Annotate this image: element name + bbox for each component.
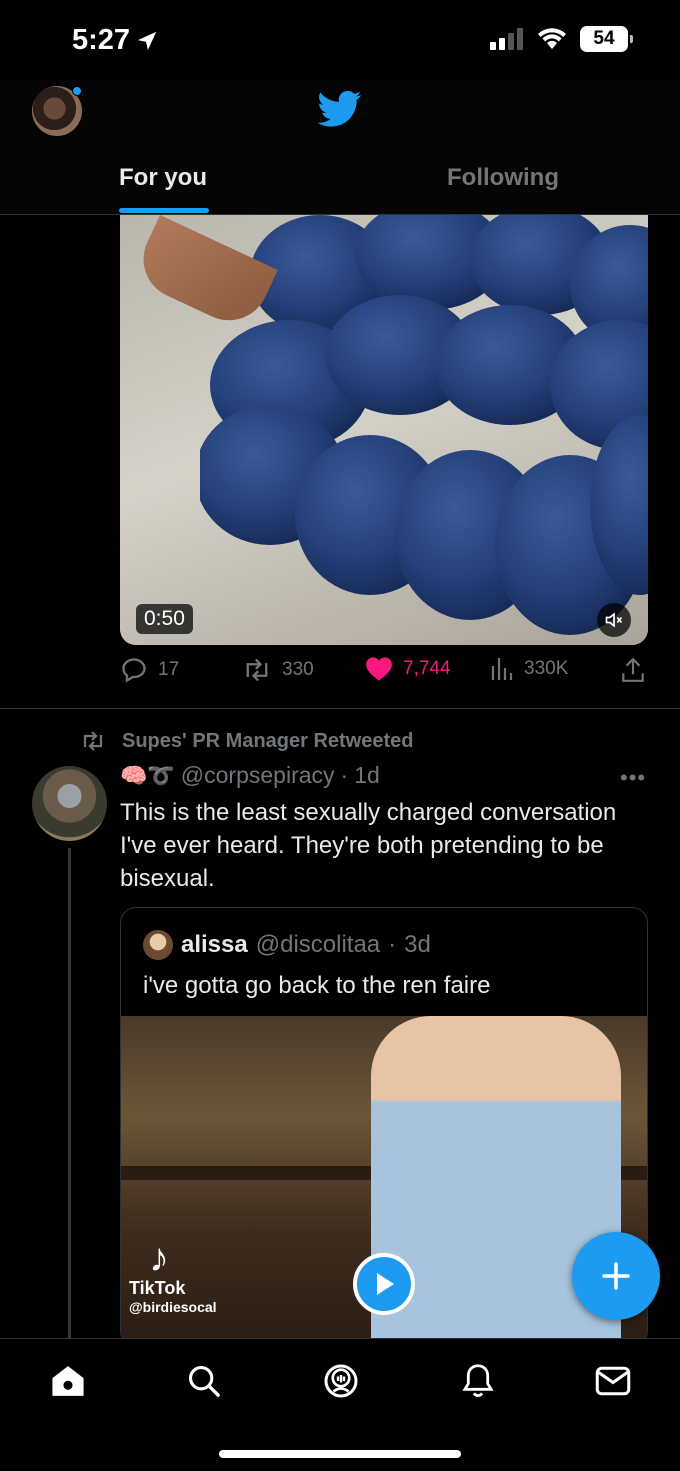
status-time: 5:27 — [72, 24, 158, 57]
compose-tweet-button[interactable] — [572, 1232, 660, 1320]
reply-icon — [122, 658, 146, 683]
nav-notifications[interactable] — [458, 1361, 498, 1401]
quoted-author-name: alissa — [181, 931, 248, 958]
wifi-icon — [538, 28, 566, 49]
retweet-button[interactable]: 330 — [242, 656, 314, 684]
home-icon — [52, 1366, 84, 1396]
dot-separator: · — [340, 762, 349, 788]
tweet-video[interactable] — [120, 215, 648, 645]
quoted-author-avatar — [143, 930, 173, 960]
play-button[interactable] — [353, 1253, 415, 1315]
quoted-tweet-header: alissa @discolitaa · 3d — [143, 930, 431, 960]
tab-following[interactable]: Following — [447, 164, 559, 192]
nav-messages[interactable] — [593, 1361, 633, 1401]
search-icon — [188, 1365, 220, 1397]
thread-line — [68, 848, 71, 1338]
speaker-muted-icon — [605, 612, 623, 628]
reply-button[interactable]: 17 — [120, 656, 179, 684]
nav-search[interactable] — [184, 1361, 224, 1401]
dot-separator: · — [388, 931, 397, 958]
author-display-name[interactable]: 🧠➰ — [120, 763, 175, 789]
play-icon — [377, 1273, 394, 1295]
heart-filled-icon — [366, 657, 392, 681]
cellular-signal-icon — [490, 28, 523, 50]
notification-dot — [72, 86, 82, 96]
like-button[interactable]: 7,744 — [365, 656, 451, 682]
tweet-text[interactable]: This is the least sexually charged conve… — [120, 796, 630, 895]
nav-home[interactable] — [48, 1361, 88, 1401]
tiktok-watermark: ♪ TikTok @birdiesocal — [129, 1238, 217, 1315]
top-header: For you Following — [0, 80, 680, 215]
active-tab-indicator — [119, 208, 209, 213]
tweet-actions: 17 330 7,744 330K — [120, 656, 650, 692]
view-count: 330K — [524, 658, 569, 679]
quoted-tweet-text: i've gotta go back to the ren faire — [143, 972, 491, 999]
tab-for-you[interactable]: For you — [119, 164, 207, 192]
nav-spaces[interactable] — [321, 1361, 361, 1401]
mute-button[interactable] — [597, 603, 631, 637]
more-options-button[interactable]: ••• — [620, 765, 646, 791]
tiktok-brand: TikTok — [129, 1278, 186, 1298]
author-handle[interactable]: @corpsepiracy — [181, 762, 335, 789]
author-avatar[interactable] — [32, 766, 107, 841]
battery-indicator: 54 — [580, 26, 633, 52]
retweet-context-text: Supes' PR Manager Retweeted — [122, 729, 414, 752]
like-count: 7,744 — [403, 658, 451, 679]
clock: 5:27 — [72, 24, 131, 56]
notifications-icon — [462, 1364, 494, 1397]
spaces-icon — [324, 1364, 358, 1398]
tiktok-user: @birdiesocal — [129, 1299, 217, 1315]
plus-icon — [602, 1262, 630, 1290]
retweet-count: 330 — [282, 659, 314, 680]
retweet-icon — [246, 658, 268, 682]
tweet-divider — [0, 708, 680, 709]
messages-icon — [595, 1366, 631, 1396]
video-duration: 0:50 — [136, 604, 193, 634]
retweet-context[interactable]: Supes' PR Manager Retweeted — [78, 729, 414, 753]
share-button[interactable] — [620, 656, 646, 684]
home-indicator — [219, 1450, 461, 1458]
tiktok-icon: ♪ — [149, 1236, 169, 1280]
quoted-tweet-time: 3d — [404, 931, 431, 958]
quoted-author-handle: @discolitaa — [255, 931, 381, 958]
views-chart-icon — [491, 658, 513, 680]
retweet-icon — [83, 731, 103, 751]
tweet-time[interactable]: 1d — [354, 762, 380, 789]
views-button[interactable]: 330K — [490, 656, 568, 682]
share-icon — [622, 657, 644, 682]
reply-count: 17 — [158, 659, 180, 680]
location-arrow-icon — [137, 31, 157, 50]
twitter-bird-icon[interactable] — [318, 90, 362, 128]
status-indicators: 54 — [490, 26, 633, 52]
status-bar: 5:27 54 — [0, 0, 680, 80]
tweet-header: 🧠➰ @corpsepiracy · 1d — [120, 762, 380, 789]
